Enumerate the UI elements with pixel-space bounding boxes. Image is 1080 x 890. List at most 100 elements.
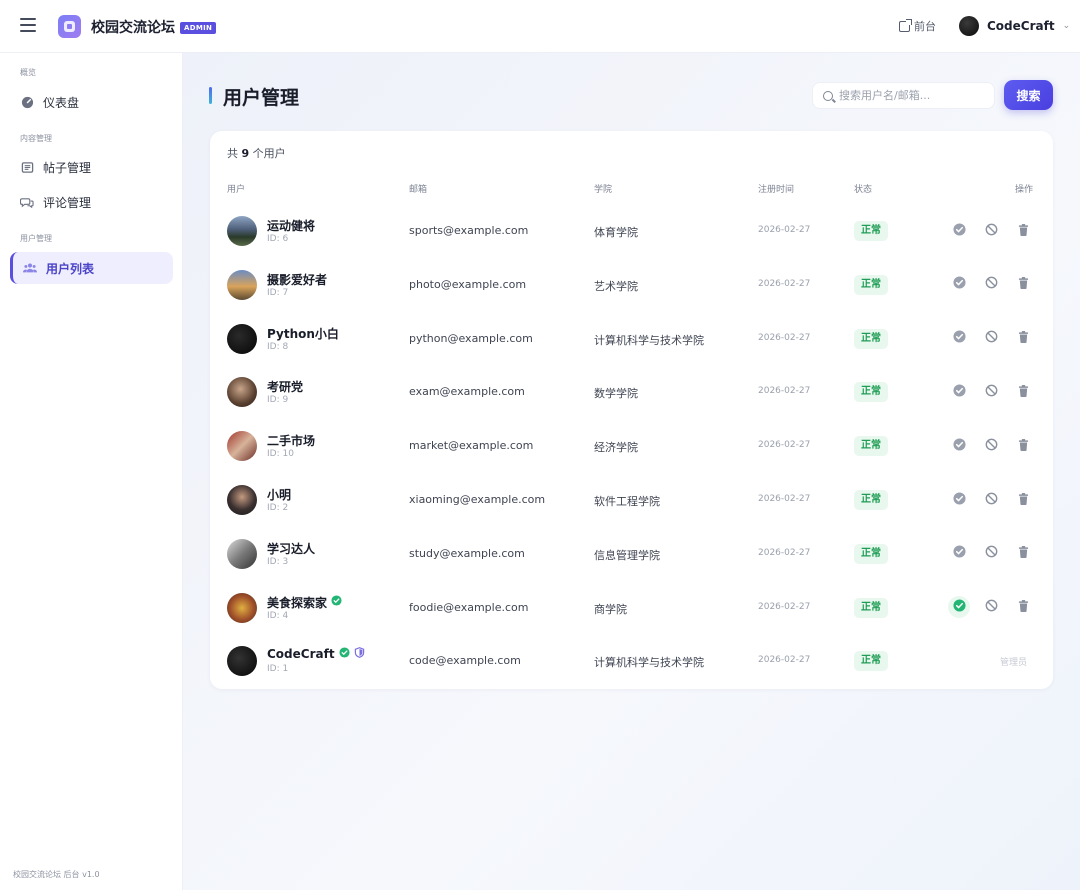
user-menu[interactable]: CodeCraft ⌄ (959, 16, 1070, 36)
search-icon (823, 90, 833, 101)
top-bar: 校园交流论坛 ADMIN 前台 CodeCraft ⌄ (0, 0, 1080, 53)
app-logo (58, 15, 81, 38)
delete-button[interactable] (1012, 434, 1034, 456)
status-badge: 正常 (854, 328, 888, 349)
user-name: 二手市场 (267, 434, 316, 449)
delete-button[interactable] (1012, 219, 1034, 241)
registered-date: 2026-02-27 (758, 386, 811, 397)
ban-button[interactable] (980, 542, 1002, 564)
status-badge: 正常 (854, 436, 888, 457)
delete-button[interactable] (1012, 596, 1034, 618)
search-input[interactable] (839, 89, 984, 102)
sidebar-item-posts[interactable]: 帖子管理 (10, 151, 173, 183)
user-name-cell: 考研党 (267, 378, 303, 395)
delete-button[interactable] (1012, 542, 1034, 564)
section-label-content: 内容管理 (20, 134, 52, 143)
status-badge: 正常 (854, 543, 888, 564)
trash-icon (1018, 221, 1029, 240)
ban-button[interactable] (980, 327, 1002, 349)
comments-icon (20, 195, 34, 209)
table-row: Python小白 ID: 8 python@example.com 计算机科学与技术学… (210, 312, 1053, 366)
registered-date: 2026-02-27 (758, 332, 811, 343)
column-header-status: 状态 (854, 185, 873, 195)
user-count: 共 9 个用户 (227, 145, 286, 161)
avatar (227, 323, 257, 354)
sidebar-item-comments[interactable]: 评论管理 (10, 186, 173, 218)
page-title: 用户管理 (223, 87, 300, 109)
verified-icon (331, 595, 342, 609)
registered-date: 2026-02-27 (758, 225, 811, 235)
title-accent-bar (209, 87, 212, 104)
user-name-cell: CodeCraft (267, 647, 365, 661)
user-name: Python小白 (267, 326, 339, 341)
ban-icon (985, 221, 998, 240)
verify-button[interactable] (948, 380, 970, 402)
chevron-down-icon: ⌄ (1062, 21, 1071, 31)
user-email: foodie@example.com (409, 600, 529, 614)
table-row: 美食探索家 ID: 4 foodie@example.com 商学院 2026-02-2… (210, 581, 1053, 635)
table-row: CodeCraft ID: 1 code@example.com 计算机科学与技术学院… (210, 634, 1053, 688)
registered-date: 2026-02-27 (758, 601, 811, 612)
admin-shield-icon (354, 647, 365, 661)
count-prefix: 共 (227, 147, 238, 160)
ban-button[interactable] (980, 273, 1002, 295)
ban-button[interactable] (980, 596, 1002, 618)
external-link-icon (899, 18, 912, 32)
app-title: 校园交流论坛 (91, 20, 175, 36)
status-badge: 正常 (854, 274, 888, 295)
front-site-link[interactable]: 前台 (899, 18, 936, 34)
user-email: exam@example.com (409, 385, 525, 399)
delete-button[interactable] (1012, 488, 1034, 510)
verify-button[interactable] (948, 219, 970, 241)
main-content: 用户管理 搜索 共 9 个用户 用户 邮箱 学院 注册时间 状态 操作 运动健将… (183, 53, 1080, 890)
search-button[interactable]: 搜索 (1004, 80, 1053, 110)
status-badge: 正常 (854, 651, 888, 672)
user-name: 美食探索家 (267, 595, 328, 610)
status-badge: 正常 (854, 382, 888, 403)
check-circle-icon (952, 543, 966, 562)
admin-badge: ADMIN (180, 22, 217, 34)
search-box (812, 82, 995, 109)
column-header-registered: 注册时间 (758, 185, 795, 195)
count-suffix: 个用户 (252, 147, 286, 160)
ban-icon (985, 436, 998, 455)
check-circle-icon (952, 328, 966, 347)
ban-button[interactable] (980, 434, 1002, 456)
section-label-users: 用户管理 (20, 234, 52, 243)
verify-button[interactable] (948, 434, 970, 456)
verify-button[interactable] (948, 542, 970, 564)
menu-toggle-icon[interactable] (20, 18, 36, 34)
registered-date: 2026-02-27 (758, 440, 811, 451)
user-college: 软件工程学院 (594, 495, 660, 508)
verify-button[interactable] (948, 327, 970, 349)
ban-button[interactable] (980, 219, 1002, 241)
sidebar-item-user-list[interactable]: 用户列表 (10, 252, 173, 284)
user-email: sports@example.com (409, 224, 529, 237)
user-id: ID: 1 (267, 664, 289, 675)
sidebar-item-dashboard[interactable]: 仪表盘 (10, 86, 173, 118)
users-icon (23, 261, 37, 275)
user-table-card: 共 9 个用户 用户 邮箱 学院 注册时间 状态 操作 运动健将 ID: 6 spo… (210, 131, 1053, 689)
user-id: ID: 10 (267, 449, 294, 460)
user-college: 计算机科学与技术学院 (594, 656, 704, 670)
delete-button[interactable] (1012, 380, 1034, 402)
delete-button[interactable] (1012, 327, 1034, 349)
ban-button[interactable] (980, 488, 1002, 510)
sidebar-item-label: 用户列表 (46, 261, 95, 276)
verify-button[interactable] (948, 488, 970, 510)
section-label-overview: 概览 (20, 68, 36, 77)
check-circle-icon (952, 490, 966, 509)
trash-icon (1018, 597, 1029, 616)
user-email: python@example.com (409, 331, 533, 345)
verify-button[interactable] (948, 273, 970, 295)
ban-button[interactable] (980, 380, 1002, 402)
registered-date: 2026-02-27 (758, 547, 811, 558)
status-badge: 正常 (854, 490, 888, 510)
trash-icon (1018, 436, 1029, 455)
user-name-cell: 摄影爱好者 (267, 271, 327, 288)
table-row: 二手市场 ID: 10 market@example.com 经济学院 2026-02-… (210, 419, 1053, 473)
delete-button[interactable] (1012, 273, 1034, 295)
user-college: 经济学院 (594, 441, 638, 455)
verify-button[interactable] (948, 595, 970, 618)
user-college: 体育学院 (594, 226, 638, 239)
